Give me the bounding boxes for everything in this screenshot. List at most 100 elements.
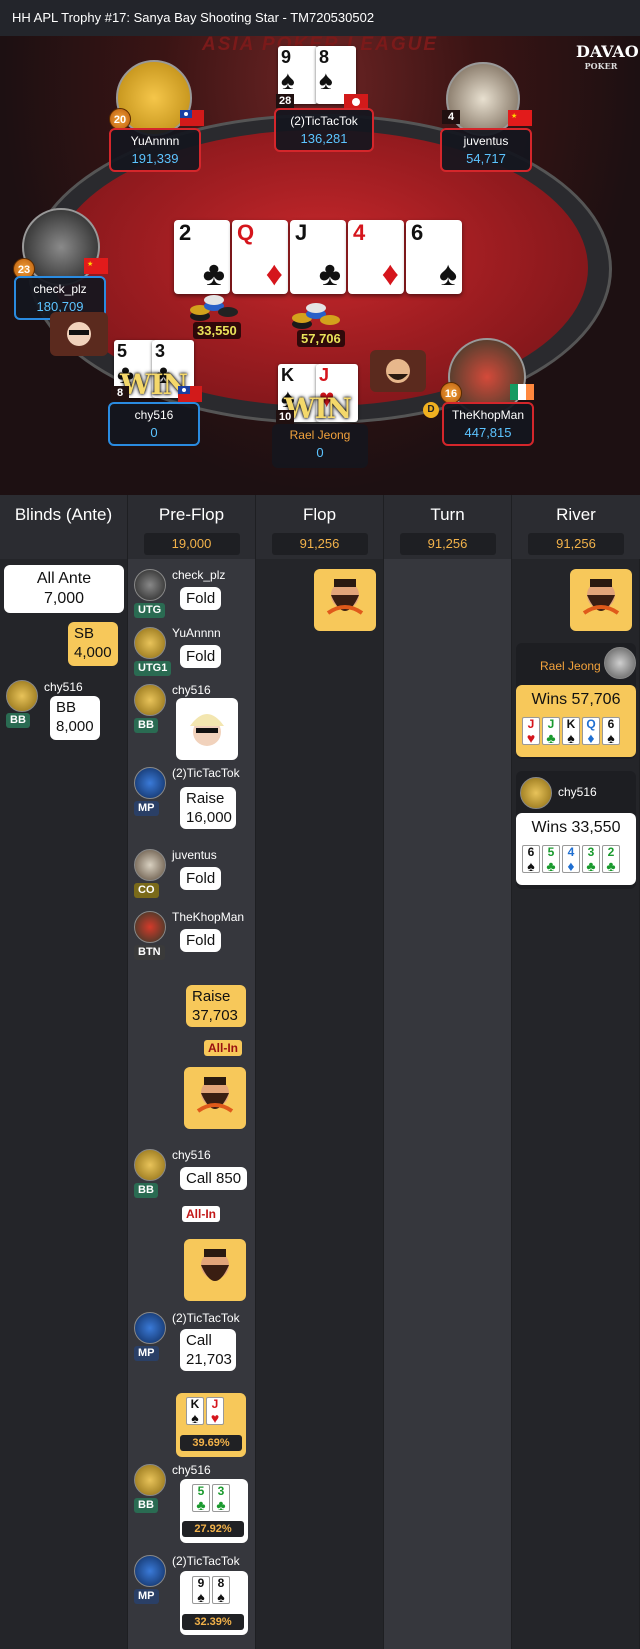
card-suit: ♦: [381, 255, 399, 293]
davao-logo: DAVAO POKER: [576, 42, 639, 78]
call-bubble: Call 850: [180, 1167, 248, 1190]
bearded-man-icon: [201, 1249, 229, 1281]
seat-stack: 0: [150, 425, 158, 440]
showdown-card: 8 ♠: [212, 1576, 230, 1604]
player-name: juventus: [172, 848, 217, 862]
level-badge: 16: [440, 382, 462, 404]
board-card: J ♣: [290, 220, 346, 294]
showdown-card: 3 ♣: [212, 1484, 230, 1512]
card-suit: ♣: [546, 858, 556, 874]
seat-plate-tictactok[interactable]: (2)TicTacTok 136,281: [274, 108, 374, 152]
card-suit: ♥: [526, 730, 536, 746]
raise-bubble: Raise 16,000: [180, 787, 236, 829]
allin-badge: All-In: [182, 1206, 220, 1222]
street-turn-header[interactable]: Turn 91,256: [384, 495, 512, 559]
street-label: Blinds (Ante): [14, 505, 113, 524]
player-emote: [176, 698, 238, 760]
street-flop-header[interactable]: Flop 91,256: [256, 495, 384, 559]
seat-plate-rael-jeong[interactable]: Rael Jeong 0: [272, 424, 368, 468]
sb-label: SB: [74, 625, 95, 642]
player-name: TheKhopMan: [172, 910, 245, 924]
action-label: Raise: [186, 790, 225, 807]
emote-face-icon: [67, 322, 91, 346]
card-rank: K: [281, 365, 294, 385]
bb-label: BB: [56, 699, 77, 716]
seat-name: TheKhopMan: [451, 408, 525, 422]
win-amount: Wins 33,550: [531, 819, 621, 836]
action-label: Raise: [192, 988, 231, 1005]
card-rank: 9: [281, 47, 292, 67]
card-suit: ♠: [197, 1589, 205, 1605]
seat-plate-chy516[interactable]: chy516 0: [108, 402, 200, 446]
showdown-card: K ♠: [562, 717, 580, 745]
seat-stack: 54,717: [466, 151, 506, 166]
bearded-man-icon: [196, 1077, 234, 1113]
seat-name: check_plz: [33, 282, 87, 296]
street-preflop-header[interactable]: Pre-Flop 19,000: [128, 495, 256, 559]
street-river-header[interactable]: River 91,256: [512, 495, 640, 559]
position-badge: BB: [134, 718, 158, 733]
card-rank: 3: [155, 341, 166, 361]
player-avatar: [134, 1555, 166, 1587]
level-badge: 4: [442, 110, 460, 124]
card-rank: 2: [179, 220, 192, 245]
player-name: chy516: [172, 1463, 211, 1477]
svg-text:★: ★: [87, 260, 93, 268]
position-badge: UTG: [134, 603, 166, 618]
player-avatar: [134, 767, 166, 799]
seat-name: Rael Jeong: [289, 428, 351, 442]
player-name: (2)TicTacTok: [172, 766, 240, 780]
card-rank: 6: [411, 220, 424, 245]
level-badge: 10: [276, 410, 295, 424]
street-pot: 19,000: [143, 533, 240, 555]
emote-bubble: [50, 312, 108, 356]
bearded-man-icon: [326, 579, 364, 615]
avatar-check-plz[interactable]: [22, 208, 100, 286]
flag-taiwan-icon: [178, 386, 202, 402]
bb-bubble: BB 8,000: [50, 696, 100, 740]
showdown-card: 4 ♦: [562, 845, 580, 873]
main-pot-amount: 57,706: [297, 330, 345, 347]
card-rank: 5: [117, 341, 128, 361]
position-badge: BTN: [134, 945, 165, 960]
showdown-card: 6 ♠: [602, 717, 620, 745]
ante-amount: 7,000: [43, 590, 85, 607]
chip-stack-icon: [292, 303, 340, 329]
flag-china-icon: ★: [508, 110, 532, 126]
hero-emote: [570, 569, 632, 631]
equity-badge: 39.69%: [180, 1435, 242, 1451]
equity-badge: 32.39%: [182, 1614, 244, 1630]
position-badge: BB: [6, 713, 30, 728]
card-rank: J: [319, 365, 330, 385]
card-rank: J: [295, 220, 308, 245]
winner-name: chy516: [558, 785, 597, 799]
ante-bubble: All Ante 7,000: [4, 565, 124, 613]
seat-name: chy516: [134, 408, 174, 422]
card-suit: ♠: [607, 730, 615, 746]
bb-amount: 8,000: [56, 718, 94, 735]
showdown-card: J ♥: [206, 1397, 224, 1425]
card-suit: ♣: [318, 255, 341, 293]
seat-name: YuAnnnn: [130, 134, 180, 148]
player-name: chy516: [172, 1148, 211, 1162]
card-suit: ♣: [606, 858, 616, 874]
seat-plate-juventus[interactable]: juventus 54,717: [440, 128, 532, 172]
card-suit: ♠: [217, 1589, 225, 1605]
showdown-card: 6 ♠: [522, 845, 540, 873]
showdown-card: J ♥: [522, 717, 540, 745]
seat-plate-thekhopman[interactable]: TheKhopMan 447,815: [442, 402, 534, 446]
seat-plate-yuannnn[interactable]: YuAnnnn 191,339: [109, 128, 201, 172]
level-badge: 20: [109, 108, 131, 130]
action-label: Call: [186, 1332, 212, 1349]
side-pot-amount: 33,550: [193, 322, 241, 339]
showdown-card: 3 ♣: [582, 845, 600, 873]
call-bubble: Call 21,703: [180, 1329, 236, 1371]
sb-bubble: SB 4,000: [68, 622, 118, 666]
svg-text:★: ★: [511, 112, 517, 120]
player-avatar: [134, 911, 166, 943]
street-label: Turn: [430, 505, 465, 524]
seat-stack: 136,281: [300, 131, 348, 146]
card-suit: ♣: [202, 255, 225, 293]
card-suit: ♥: [210, 1410, 220, 1426]
action-amount: 21,703: [186, 1351, 232, 1368]
